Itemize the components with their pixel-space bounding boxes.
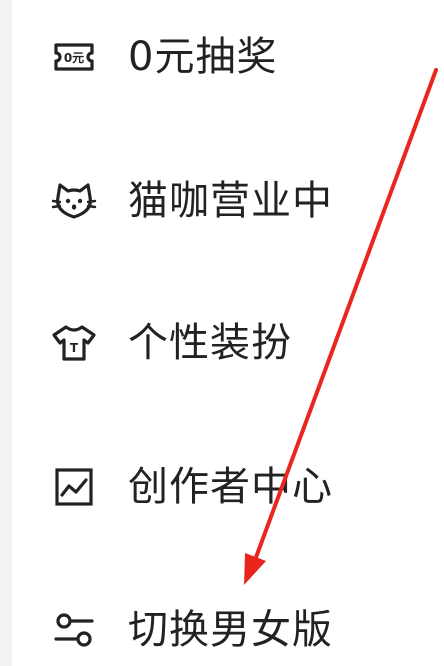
left-edge-divider xyxy=(0,0,12,666)
side-menu-page: 0元 0元抽奖 猫咖营业中 T 个性装扮 创作者中心 切换男女版 xyxy=(0,0,444,666)
menu-item-label: 0元抽奖 xyxy=(128,34,278,80)
toggle-switch-icon xyxy=(48,604,100,656)
menu-item-cat-cafe[interactable]: 猫咖营业中 xyxy=(48,171,333,231)
svg-text:0元: 0元 xyxy=(64,51,84,65)
menu-item-switch-gender-version[interactable]: 切换男女版 xyxy=(48,600,333,660)
cat-face-icon xyxy=(48,175,100,227)
menu-item-label: 切换男女版 xyxy=(128,607,333,653)
menu-item-creator-center[interactable]: 创作者中心 xyxy=(48,457,333,517)
menu-item-label: 猫咖营业中 xyxy=(128,178,333,224)
t-shirt-icon: T xyxy=(48,317,100,369)
menu-item-label: 创作者中心 xyxy=(128,464,333,510)
menu-item-personal-dressup[interactable]: T 个性装扮 xyxy=(48,313,292,373)
line-chart-icon xyxy=(48,461,100,513)
menu-item-label: 个性装扮 xyxy=(128,320,292,366)
zero-yuan-ticket-icon: 0元 xyxy=(48,31,100,83)
menu-item-zero-yuan-lottery[interactable]: 0元 0元抽奖 xyxy=(48,27,277,87)
svg-text:T: T xyxy=(70,341,79,355)
